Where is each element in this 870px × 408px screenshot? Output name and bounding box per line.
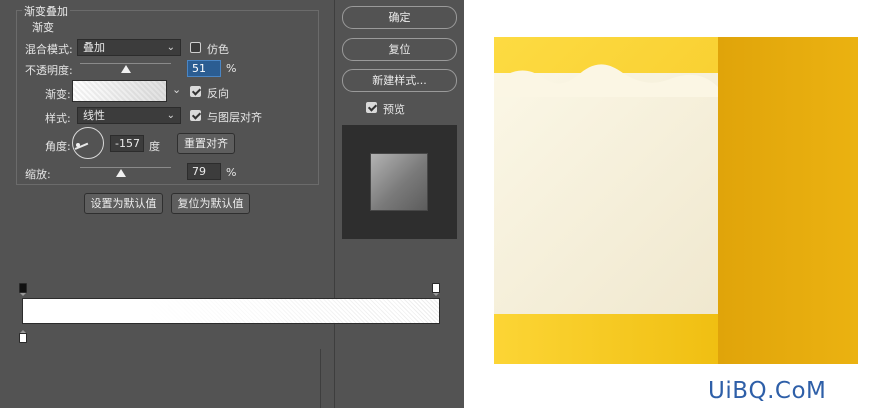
preview-swatch	[370, 153, 428, 211]
opacity-slider-track[interactable]	[80, 63, 171, 64]
new-style-button[interactable]: 新建样式...	[342, 69, 457, 92]
color-stop-left[interactable]	[19, 330, 27, 343]
scale-label: 缩放:	[25, 168, 51, 181]
chevron-down-icon[interactable]: ⌄	[172, 83, 181, 96]
gradient-overlay-dialog: 渐变叠加 渐变 混合模式: 叠加 ⌄ 仿色 不透明度: 51 % 渐变: ⌄ 反…	[0, 0, 464, 408]
preview-label: 预览	[383, 103, 405, 116]
opacity-unit: %	[226, 62, 237, 75]
style-preview	[342, 125, 457, 239]
panel-divider	[334, 0, 335, 408]
opacity-stop-right[interactable]	[432, 283, 440, 296]
angle-label: 角度:	[45, 140, 71, 153]
scale-slider-thumb[interactable]	[116, 169, 126, 177]
reset-alignment-button[interactable]: 重置对齐	[177, 133, 235, 154]
blend-mode-value: 叠加	[83, 41, 105, 54]
opacity-label: 不透明度:	[25, 64, 73, 77]
opacity-stop-left[interactable]	[19, 283, 27, 296]
dither-checkbox[interactable]	[190, 42, 201, 53]
sub-title: 渐变	[30, 19, 56, 35]
gradient-swatch[interactable]	[72, 80, 167, 102]
reverse-label: 反向	[207, 87, 229, 100]
angle-input[interactable]: -157	[110, 135, 144, 152]
chevron-down-icon: ⌄	[166, 42, 175, 53]
scale-unit: %	[226, 166, 237, 179]
gradient-label: 渐变:	[45, 88, 71, 101]
artwork-canvas	[494, 37, 858, 364]
art-wave	[494, 64, 718, 97]
opacity-slider-thumb[interactable]	[121, 65, 131, 73]
art-bottom-band	[494, 314, 718, 364]
panel-divider-lower	[320, 349, 321, 408]
angle-dial[interactable]	[72, 127, 104, 159]
art-dark-yellow-panel	[718, 37, 858, 364]
opacity-input[interactable]: 51	[187, 60, 221, 77]
angle-dot	[76, 143, 80, 147]
align-layer-checkbox[interactable]	[190, 110, 201, 121]
style-select[interactable]: 线性 ⌄	[77, 107, 181, 124]
blend-mode-select[interactable]: 叠加 ⌄	[77, 39, 181, 56]
reset-button[interactable]: 复位	[342, 38, 457, 61]
chevron-down-icon: ⌄	[166, 110, 175, 121]
style-label: 样式:	[45, 112, 71, 125]
align-layer-label: 与图层对齐	[207, 111, 262, 124]
reset-default-button[interactable]: 复位为默认值	[171, 193, 250, 214]
reverse-checkbox[interactable]	[190, 86, 201, 97]
angle-unit: 度	[149, 140, 160, 153]
gradient-bar[interactable]	[22, 298, 440, 324]
preview-checkbox[interactable]	[366, 102, 377, 113]
art-cream-panel	[494, 73, 718, 314]
set-default-button[interactable]: 设置为默认值	[84, 193, 163, 214]
scale-slider-track[interactable]	[80, 167, 171, 168]
style-value: 线性	[83, 109, 105, 122]
ok-button[interactable]: 确定	[342, 6, 457, 29]
scale-input[interactable]: 79	[187, 163, 221, 180]
group-title: 渐变叠加	[22, 3, 70, 19]
dither-label: 仿色	[207, 43, 229, 56]
blend-mode-label: 混合模式:	[25, 43, 73, 56]
watermark-text: UiBQ.CoM	[708, 378, 827, 404]
